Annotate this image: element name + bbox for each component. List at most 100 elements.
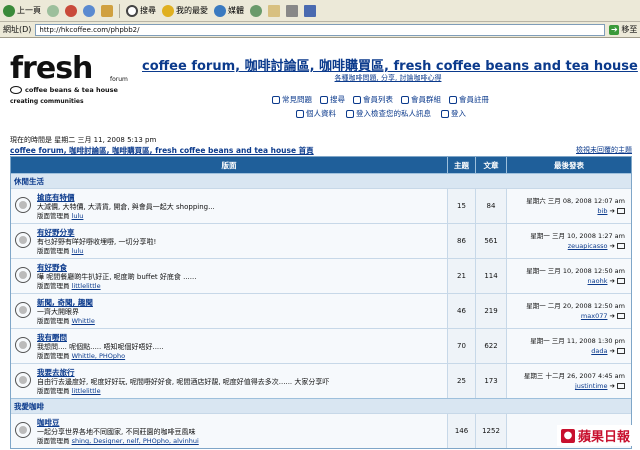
- watermark-text: 蘋果日報: [577, 430, 630, 445]
- forum-title-link[interactable]: 咖啡豆: [37, 418, 447, 428]
- moderator-link[interactable]: Whittle, PHOpho: [72, 352, 126, 360]
- last-post-user[interactable]: max077: [581, 312, 608, 320]
- nav-profile-label: 個人資料: [306, 109, 336, 118]
- nav-search[interactable]: 搜尋: [320, 94, 345, 105]
- breadcrumb[interactable]: coffee forum, 咖啡討論區, 咖啡購買區, fresh coffee…: [10, 145, 314, 156]
- category-leisure[interactable]: 休閒生活: [11, 173, 631, 188]
- forum-title-link[interactable]: 我有嘢問: [37, 333, 447, 343]
- star-icon: [162, 4, 174, 17]
- current-time: 現在的時間是 星期二 三月 11, 2008 5:13 pm: [10, 136, 157, 144]
- nav-groups[interactable]: 會員群組: [401, 94, 441, 105]
- forum-moderators: 版面管理員 Whittle: [37, 317, 447, 326]
- posts-count: 1252: [476, 414, 507, 448]
- forum-cell: 有好野食 嘩 呢間餐廳啲牛扒好正, 呢度啲 buffet 好底食 ...... …: [11, 259, 448, 293]
- moderator-link[interactable]: littlelittle: [72, 387, 101, 395]
- history-button[interactable]: [250, 4, 262, 17]
- header-posts: 文章: [476, 157, 507, 173]
- view-latest-post-icon[interactable]: [617, 348, 625, 354]
- register-icon: [449, 95, 457, 104]
- address-bar: 網址(D) http://hkcoffee.com/phpbb2/ ➔ 移至: [0, 22, 640, 38]
- forum-title-link[interactable]: 有好野食: [37, 263, 447, 273]
- table-row: 搶底有特價 大減價, 大特價, 大清貨, 開倉, 與會員一起大 shopping…: [11, 188, 631, 223]
- forum-info: 我要去旅行 自由行去邊度好, 呢度好好玩, 呢間嘢好好食, 呢間酒店好靚, 呢度…: [37, 368, 447, 396]
- moderator-link[interactable]: lulu: [72, 247, 84, 255]
- moderator-link[interactable]: littlelittle: [72, 282, 101, 290]
- profile-icon: [296, 109, 304, 118]
- last-post-cell: 星期一 三月 10, 2008 12:50 am naohk ➔: [507, 259, 631, 293]
- forum-moderators: 版面管理員 lulu: [37, 247, 447, 256]
- header-last-post: 最後發表: [554, 160, 584, 170]
- topics-count: 46: [448, 294, 476, 328]
- table-header: 版面 主題 文章 最後發表: [11, 157, 631, 173]
- last-post-user[interactable]: zeuapicasso: [568, 242, 608, 250]
- site-title-link[interactable]: coffee forum, 咖啡討論區, 咖啡購買區, fresh coffee…: [142, 55, 638, 74]
- back-arrow-icon: [3, 4, 15, 17]
- forward-button[interactable]: [47, 4, 59, 17]
- last-post-cell: 星期六 三月 08, 2008 12:07 am bib ➔: [507, 189, 631, 223]
- forum-description: 一起分享世界各地不同國家, 不同莊園的咖啡豆風味: [37, 428, 196, 436]
- nav-private-messages-label: 登入檢查您的私人訊息: [356, 109, 431, 118]
- print-button[interactable]: [286, 4, 298, 17]
- table-row: 有好野食 嘩 呢間餐廳啲牛扒好正, 呢度啲 buffet 好底食 ...... …: [11, 258, 631, 293]
- forum-info: 有好野食 嘩 呢間餐廳啲牛扒好正, 呢度啲 buffet 好底食 ...... …: [37, 263, 447, 291]
- nav-login[interactable]: 登入: [441, 108, 466, 119]
- nav-memberlist[interactable]: 會員列表: [353, 94, 393, 105]
- mail-icon: [268, 4, 280, 17]
- view-latest-post-icon[interactable]: [617, 313, 625, 319]
- stop-button[interactable]: [65, 4, 77, 17]
- moderator-link[interactable]: lulu: [72, 212, 84, 220]
- edit-icon: [304, 4, 316, 17]
- last-post-cell: 星期三 十二月 26, 2007 4:45 am justintime ➔: [507, 364, 631, 398]
- last-post-date: 星期三 十二月 26, 2007 4:45 am: [523, 372, 625, 380]
- forum-cell: 我要去旅行 自由行去邊度好, 呢度好好玩, 呢間嘢好好食, 呢間酒店好靚, 呢度…: [11, 364, 448, 398]
- forum-title-link[interactable]: 新聞, 奇聞, 趣聞: [37, 298, 447, 308]
- moderator-label: 版面管理員: [37, 352, 70, 360]
- last-post-user[interactable]: naohk: [588, 277, 608, 285]
- unanswered-link[interactable]: 檢視未回覆的主題: [576, 145, 632, 155]
- forum-title-link[interactable]: 有好野分享: [37, 228, 447, 238]
- view-latest-post-icon[interactable]: [617, 208, 625, 214]
- edit-button[interactable]: [304, 4, 316, 17]
- last-post-user[interactable]: justintime: [575, 382, 607, 390]
- search-button[interactable]: 搜尋: [126, 4, 156, 17]
- nav-row-primary: 常見問題 搜尋 會員列表 會員群組 會員註冊: [272, 94, 489, 105]
- mail-button[interactable]: [268, 4, 280, 17]
- login-icon: [441, 109, 449, 118]
- moderator-link[interactable]: Whittle: [72, 317, 95, 325]
- forum-description: 我想問.... 呢個點..... 唔知呢個好唔好.....: [37, 343, 164, 351]
- nav-faq[interactable]: 常見問題: [272, 94, 312, 105]
- last-post-user[interactable]: dada: [591, 347, 607, 355]
- forum-info: 我有嘢問 我想問.... 呢個點..... 唔知呢個好唔好..... 版面管理員…: [37, 333, 447, 361]
- view-latest-post-icon[interactable]: [617, 278, 625, 284]
- view-latest-post-icon[interactable]: [617, 383, 625, 389]
- site-logo[interactable]: fresh forum coffee beans & tea house cre…: [10, 54, 132, 116]
- nav-private-messages[interactable]: 登入檢查您的私人訊息: [346, 108, 431, 119]
- go-arrow-icon: ➔: [609, 24, 620, 35]
- favorites-button[interactable]: 我的最愛: [162, 4, 208, 17]
- forum-title-link[interactable]: 我要去旅行: [37, 368, 447, 378]
- back-button[interactable]: 上一頁: [3, 4, 41, 17]
- moderator-label: 版面管理員: [37, 387, 70, 395]
- faq-icon: [272, 95, 280, 104]
- posts-count: 622: [476, 329, 507, 363]
- nav-register[interactable]: 會員註冊: [449, 94, 489, 105]
- moderator-link[interactable]: shing, Designer, nelf, PHOpho, alvinhui: [72, 437, 199, 445]
- nav-profile[interactable]: 個人資料: [296, 108, 336, 119]
- category-coffee[interactable]: 我愛咖啡: [11, 398, 631, 413]
- logo-subtitle-text: coffee beans & tea house: [25, 86, 118, 94]
- last-post-date: 星期一 二月 20, 2008 12:50 am: [526, 302, 625, 310]
- toolbar-divider: [119, 3, 120, 18]
- table-row: 我要去旅行 自由行去邊度好, 呢度好好玩, 呢間嘢好好食, 呢間酒店好靚, 呢度…: [11, 363, 631, 398]
- address-input[interactable]: http://hkcoffee.com/phpbb2/: [35, 23, 606, 36]
- view-latest-post-icon[interactable]: [617, 243, 625, 249]
- home-button[interactable]: [101, 4, 113, 17]
- forum-status-icon: [15, 197, 31, 213]
- go-button[interactable]: ➔ 移至: [609, 24, 637, 35]
- forum-info: 咖啡豆 一起分享世界各地不同國家, 不同莊園的咖啡豆風味 版面管理員 shing…: [37, 418, 447, 446]
- forum-cell: 新聞, 奇聞, 趣聞 一齊大開眼界 版面管理員 Whittle: [11, 294, 448, 328]
- media-label: 媒體: [228, 6, 244, 15]
- last-post-user[interactable]: bib: [597, 207, 607, 215]
- refresh-button[interactable]: [83, 4, 95, 17]
- media-button[interactable]: 媒體: [214, 4, 244, 17]
- forum-title-link[interactable]: 搶底有特價: [37, 193, 447, 203]
